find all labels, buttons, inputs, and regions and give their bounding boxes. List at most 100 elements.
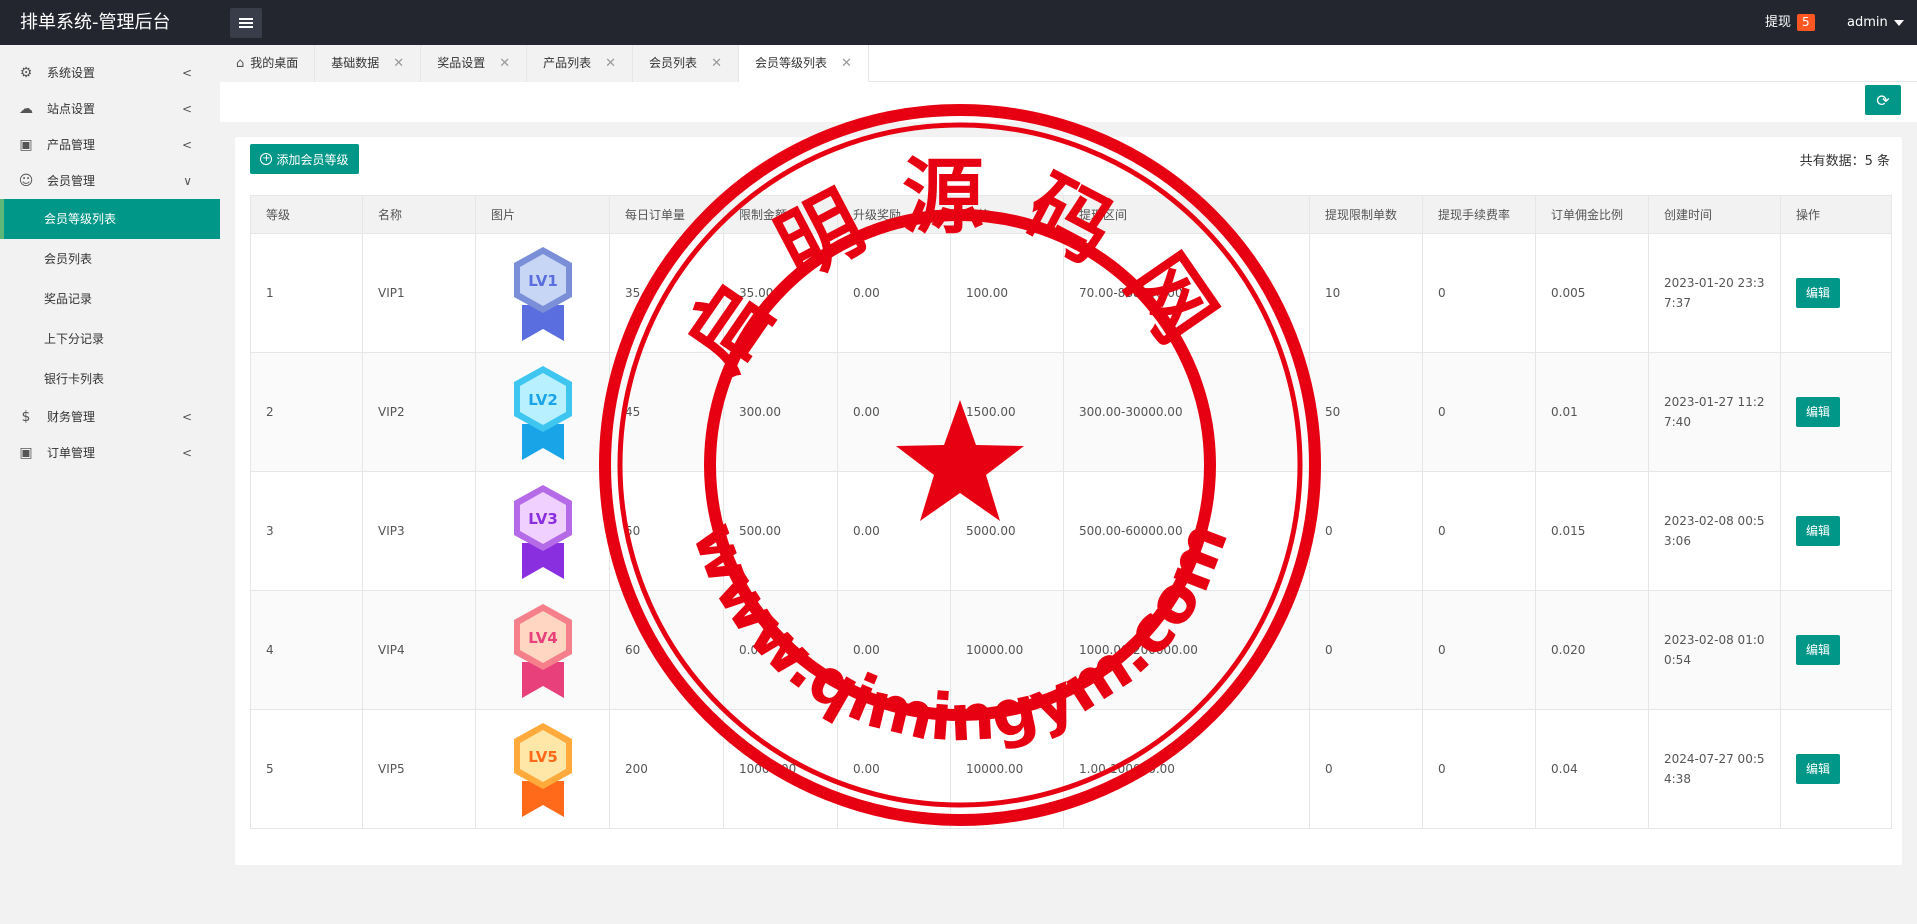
sidebar-subitem-prize-records[interactable]: 奖品记录 — [0, 279, 220, 319]
cell-daily-orders-text: 45 — [625, 405, 641, 419]
sidebar-subitem-member-list[interactable]: 会员列表 — [0, 239, 220, 279]
cell-fee-text: 0 — [1438, 286, 1446, 300]
close-icon[interactable]: ✕ — [499, 45, 510, 82]
cell-withdraw-limit: 50 — [1309, 352, 1423, 472]
menu-toggle-button[interactable] — [230, 8, 262, 38]
sidebar-item-finance[interactable]: $ 财务管理 < — [0, 399, 220, 435]
tab-member-list[interactable]: 会员列表 ✕ — [633, 45, 739, 82]
column-header: 提现限制单数 — [1309, 195, 1423, 234]
tab-product-list[interactable]: 产品列表 ✕ — [527, 45, 634, 82]
cell-created: 2023-02-08 01:00:54 — [1648, 590, 1781, 710]
withdraw-link[interactable]: 提现 5 — [1765, 0, 1815, 45]
cell-name-text: VIP3 — [378, 524, 405, 538]
cell-range-text: 1.00-100000.00 — [1079, 762, 1175, 776]
cell-created: 2024-07-27 00:54:38 — [1648, 709, 1781, 829]
svg-text:LV1: LV1 — [528, 272, 558, 290]
svg-text:LV5: LV5 — [528, 748, 558, 766]
sidebar-subitem-bank-cards[interactable]: 银行卡列表 — [0, 359, 220, 399]
edit-button[interactable]: 编辑 — [1796, 516, 1840, 546]
edit-button[interactable]: 编辑 — [1796, 754, 1840, 784]
add-button-label: 添加会员等级 — [276, 152, 349, 167]
close-icon[interactable]: ✕ — [711, 45, 722, 82]
refresh-button[interactable]: ⟳ — [1865, 85, 1901, 115]
cell-daily-orders: 35 — [609, 233, 724, 353]
sidebar-subitem-balance-records[interactable]: 上下分记录 — [0, 319, 220, 359]
sidebar-item-site[interactable]: ☁ 站点设置 < — [0, 91, 220, 127]
cell-action: 编辑 — [1780, 471, 1892, 591]
cell-image: LV5 — [475, 709, 610, 829]
column-header: 提现手续费率 — [1422, 195, 1536, 234]
close-icon[interactable]: ✕ — [605, 45, 616, 82]
cell-reward-text: 0.00 — [853, 524, 880, 538]
cell-range: 1000.00-200000.00 — [1063, 590, 1310, 710]
user-menu[interactable]: admin — [1847, 0, 1904, 45]
gear-icon: ⚙ — [19, 65, 33, 81]
cell-reward: 0.00 — [837, 590, 951, 710]
tab-basic-data[interactable]: 基础数据 ✕ — [315, 45, 422, 82]
sidebar-subitem-member-levels[interactable]: 会员等级列表 — [0, 199, 220, 239]
cell-fee: 0 — [1422, 590, 1536, 710]
cell-limit-text: 35.00 — [739, 286, 774, 300]
cell-limit-text: 0.00 — [739, 643, 766, 657]
sidebar-item-label: 产品管理 — [47, 138, 96, 152]
cell-reward-text: 0.00 — [853, 286, 880, 300]
column-header: 操作 — [1780, 195, 1892, 234]
cell-daily-orders: 50 — [609, 471, 724, 591]
cell-daily-orders-text: 60 — [625, 643, 641, 657]
tab-label: 奖品设置 — [437, 56, 486, 70]
tab-label: 产品列表 — [543, 56, 592, 70]
cell-limit-text: 300.00 — [739, 405, 781, 419]
cell-reward-text: 0.00 — [853, 405, 880, 419]
top-header: 排单系统-管理后台 提现 5 admin — [0, 0, 1917, 45]
cell-daily-orders: 200 — [609, 709, 724, 829]
cell-fee: 0 — [1422, 352, 1536, 472]
box-icon: ▣ — [19, 445, 33, 461]
sidebar-item-label: 系统设置 — [47, 66, 96, 80]
cell-created: 2023-01-20 23:37:37 — [1648, 233, 1781, 353]
close-icon[interactable]: ✕ — [393, 45, 404, 82]
cell-fee: 0 — [1422, 709, 1536, 829]
tab-label: 基础数据 — [331, 56, 380, 70]
tab-prize-settings[interactable]: 奖品设置 ✕ — [421, 45, 528, 82]
sidebar-item-members[interactable]: ☺ 会员管理 ∨ — [0, 163, 220, 199]
cell-action: 编辑 — [1780, 709, 1892, 829]
cell-commission-text: 0.005 — [1551, 286, 1586, 300]
cell-name-text: VIP4 — [378, 643, 405, 657]
table-row: 2 VIP2 LV2 45 300.00 0.00 1500.00 300.00-30000.… — [250, 352, 1892, 472]
cell-reward: 0.00 — [837, 233, 951, 353]
chevron-left-icon: < — [181, 410, 192, 424]
cell-name-text: VIP5 — [378, 762, 405, 776]
cell-level-text: 3 — [266, 524, 274, 538]
cell-action: 编辑 — [1780, 590, 1892, 710]
cell-limit: 10000.00 — [723, 709, 838, 829]
sidebar-item-system[interactable]: ⚙ 系统设置 < — [0, 55, 220, 91]
sidebar-item-orders[interactable]: ▣ 订单管理 < — [0, 435, 220, 471]
brand-title: 排单系统-管理后台 — [20, 12, 171, 33]
tab-desktop[interactable]: ⌂ 我的桌面 — [220, 45, 316, 82]
cell-reward-text: 0.00 — [853, 762, 880, 776]
cell-created-text: 2023-01-27 11:27:40 — [1664, 395, 1765, 429]
cell-price: 10000.00 — [950, 709, 1064, 829]
home-icon: ⌂ — [236, 56, 245, 71]
table-row: 3 VIP3 LV3 50 500.00 0.00 5000.00 500.00-60000.… — [250, 471, 1892, 591]
cell-fee: 0 — [1422, 471, 1536, 591]
add-member-level-button[interactable]: + 添加会员等级 — [250, 144, 359, 174]
tab-member-levels[interactable]: 会员等级列表 ✕ — [738, 45, 869, 82]
edit-button[interactable]: 编辑 — [1796, 635, 1840, 665]
cell-commission: 0.015 — [1535, 471, 1649, 591]
edit-button[interactable]: 编辑 — [1796, 397, 1840, 427]
cell-withdraw-limit: 0 — [1309, 709, 1423, 829]
cell-commission: 0.01 — [1535, 352, 1649, 472]
cell-commission: 0.005 — [1535, 233, 1649, 353]
close-icon[interactable]: ✕ — [841, 45, 852, 82]
cell-name: VIP3 — [362, 471, 476, 591]
cell-withdraw-limit-text: 0 — [1325, 524, 1333, 538]
cell-image: LV2 — [475, 352, 610, 472]
edit-button[interactable]: 编辑 — [1796, 278, 1840, 308]
sidebar-item-products[interactable]: ▣ 产品管理 < — [0, 127, 220, 163]
cell-level: 4 — [250, 590, 363, 710]
cell-daily-orders: 60 — [609, 590, 724, 710]
table-row: 5 VIP5 LV5 200 10000.00 0.00 10000.00 1.00-1000… — [250, 709, 1892, 829]
tab-label: 会员列表 — [649, 56, 698, 70]
cell-limit: 300.00 — [723, 352, 838, 472]
